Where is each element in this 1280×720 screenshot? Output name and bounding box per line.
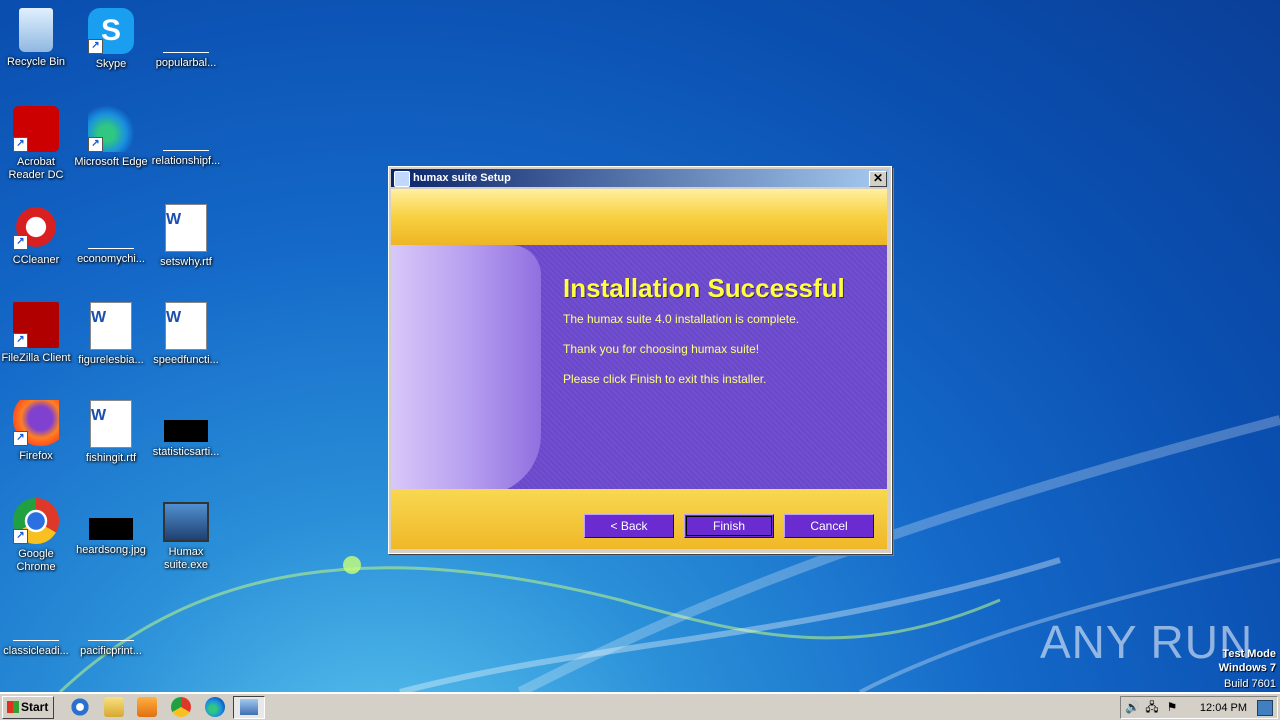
icon-label: Skype [95,58,127,70]
info-line-3: Please click Finish to exit this install… [563,372,767,386]
desktop-icon-figurelesbia[interactable]: W figurelesbia... [73,302,149,367]
image-file-icon [164,420,208,442]
setup-window: humax suite Setup ✕ Installation Success… [388,166,892,554]
desktop-icon-edge[interactable]: ↗ Microsoft Edge [73,106,149,169]
desktop-icon-speedfuncti[interactable]: W speedfuncti... [148,302,224,367]
network-icon[interactable]: 🖧 [1145,700,1159,714]
media-player-icon[interactable] [137,697,157,717]
icon-label: speedfuncti... [153,354,219,366]
recycle-bin-icon [19,8,53,52]
word-document-icon: W [90,400,132,448]
file-icon [163,8,209,53]
taskbar: Start 🔊 🖧 ⚑ 12:04 PM [0,692,1280,720]
desktop-icon-popularbal[interactable]: popularbal... [148,8,224,70]
anyrun-watermark: ANY RUN [1040,616,1254,668]
icon-label: heardsong.jpg [76,544,146,556]
build-label: Build 7601 [1224,678,1276,690]
desktop-icon-heardsong[interactable]: heardsong.jpg [73,498,149,557]
firefox-icon: ↗ [13,400,59,446]
icon-label: Firefox [19,450,53,462]
start-button[interactable]: Start [2,696,54,719]
icon-label: Acrobat Reader DC [8,156,64,181]
folder-icon[interactable] [104,697,124,717]
start-label: Start [21,700,49,714]
window-titlebar[interactable]: humax suite Setup ✕ [391,169,889,187]
desktop-icon-pacificprint[interactable]: pacificprint... [73,596,149,658]
window-title: humax suite Setup [413,172,511,184]
desktop-icon-acrobat[interactable]: ↗ Acrobat Reader DC [0,106,74,182]
icon-label: pacificprint... [80,645,142,657]
clock[interactable]: 12:04 PM [1200,702,1247,714]
desktop-icon-recycle-bin[interactable]: Recycle Bin [0,8,74,69]
icon-label: economychi... [77,253,145,265]
test-mode-label: Test Mode [1222,648,1276,660]
file-icon [13,596,59,641]
desktop-icon-fishingit[interactable]: W fishingit.rtf [73,400,149,465]
desktop-icon-skype[interactable]: S ↗ Skype [73,8,149,71]
taskbar-setup-task[interactable] [233,696,265,719]
word-document-icon: W [165,204,207,252]
icon-label: figurelesbia... [78,354,144,366]
word-document-icon: W [90,302,132,350]
icon-label: FileZilla Client [1,352,71,364]
back-button[interactable]: < Back [584,514,674,538]
desktop-icon-economychi[interactable]: economychi... [73,204,149,266]
icon-label: Google Chrome [16,548,56,573]
desktop-icon-humax-suite[interactable]: Humax suite.exe [148,498,224,572]
action-center-flag-icon[interactable]: ⚑ [1165,700,1179,714]
windows-logo-icon [7,701,19,713]
file-icon [88,596,134,641]
setup-app-icon [394,171,410,187]
system-tray: 🔊 🖧 ⚑ 12:04 PM [1120,696,1278,719]
icon-label: fishingit.rtf [85,452,137,464]
desktop-icon-chrome[interactable]: ↗ Google Chrome [0,498,74,574]
icon-label: setswhy.rtf [160,256,212,268]
success-heading: Installation Successful [563,273,845,303]
close-button[interactable]: ✕ [869,171,887,187]
ccleaner-icon: ↗ [13,204,59,250]
cancel-button[interactable]: Cancel [784,514,874,538]
desktop-icon-classicleadi[interactable]: classicleadi... [0,596,74,658]
finish-button[interactable]: Finish [684,514,774,538]
desktop-icon-setswhy[interactable]: W setswhy.rtf [148,204,224,269]
desktop-icon-filezilla[interactable]: ↗ FileZilla Client [0,302,74,365]
icon-label: statisticsarti... [152,446,220,458]
desktop-icon-firefox[interactable]: ↗ Firefox [0,400,74,463]
icon-label: Recycle Bin [6,56,66,68]
word-document-icon: W [165,302,207,350]
info-line-1: The humax suite 4.0 installation is comp… [563,312,800,326]
file-icon [88,204,134,249]
image-file-icon [89,518,133,540]
icon-label: classicleadi... [3,645,69,657]
skype-icon: S ↗ [88,8,134,54]
edge-icon: ↗ [88,106,134,152]
icon-label: popularbal... [155,57,217,69]
icon-label: relationshipf... [151,155,221,167]
chrome-icon: ↗ [13,498,59,544]
left-decor-panel [391,245,541,495]
chrome-taskbar-icon[interactable] [171,697,191,717]
show-desktop-icon[interactable] [1257,700,1273,716]
desktop-icon-ccleaner[interactable]: ↗ CCleaner [0,204,74,267]
icon-label: Humax suite.exe [163,546,209,571]
windows-version-label: Windows 7 [1218,662,1276,674]
filezilla-icon: ↗ [13,302,59,348]
speaker-icon[interactable]: 🔊 [1125,700,1140,714]
file-icon [163,106,209,151]
internet-explorer-icon[interactable] [70,697,90,717]
setup-task-icon [240,699,258,715]
edge-taskbar-icon[interactable] [205,697,225,717]
icon-label: CCleaner [12,254,60,266]
acrobat-icon: ↗ [13,106,59,152]
desktop-icon-statisticsarti[interactable]: statisticsarti... [148,400,224,459]
setup-content: Installation Successful The humax suite … [391,189,887,549]
icon-label: Microsoft Edge [74,156,148,168]
info-line-2: Thank you for choosing humax suite! [563,342,760,356]
desktop-icon-relationshipf[interactable]: relationshipf... [148,106,224,168]
installer-icon [163,502,209,542]
